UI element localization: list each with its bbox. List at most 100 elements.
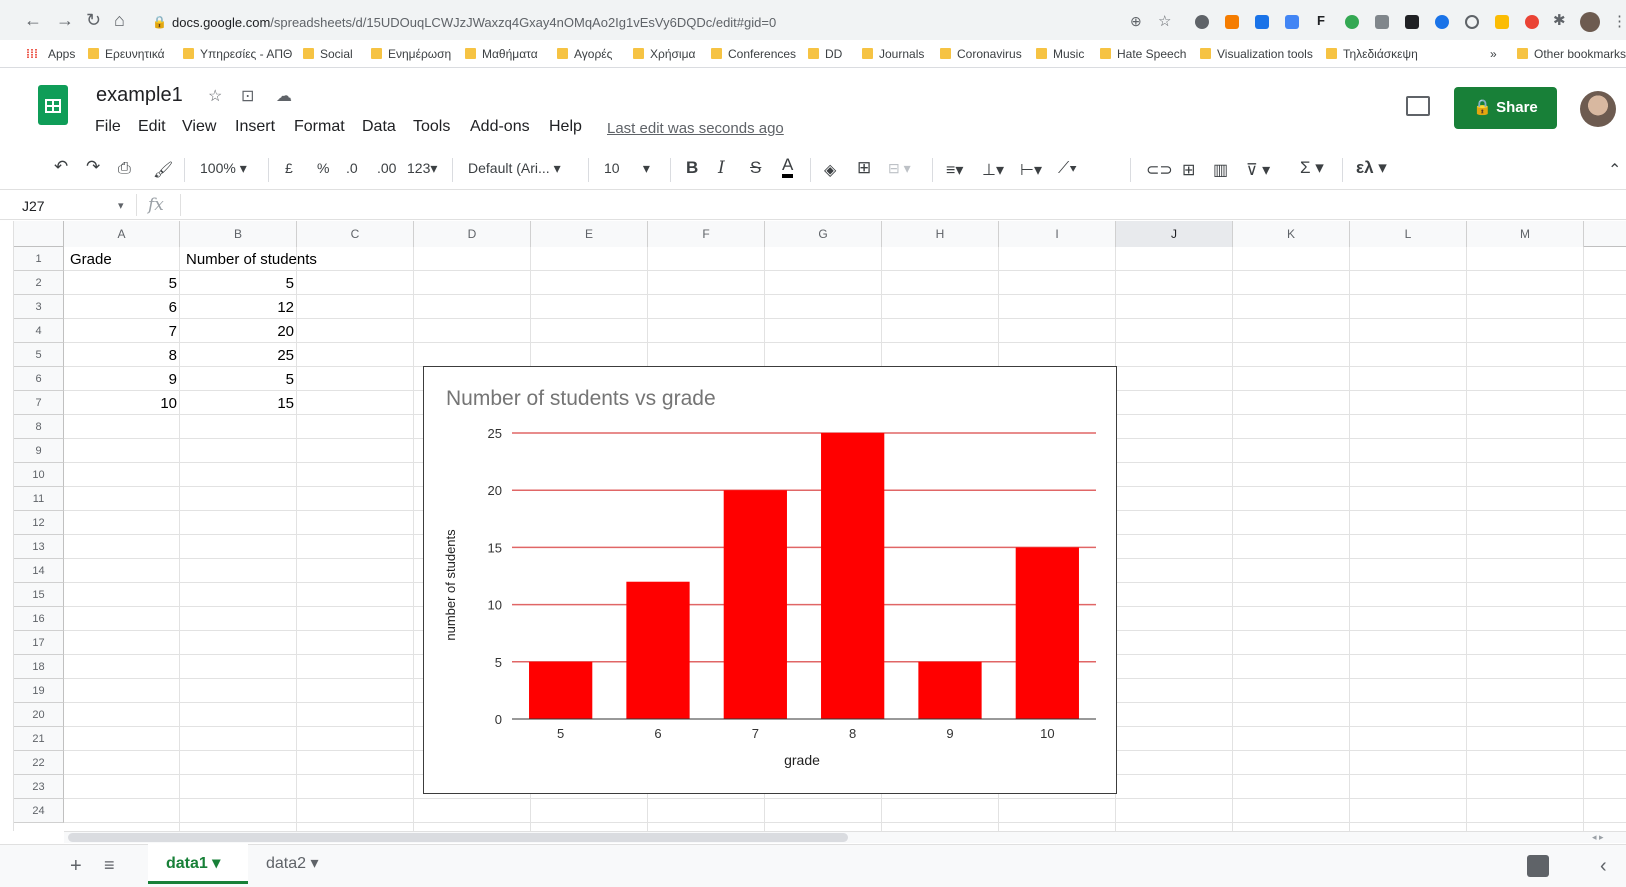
more-bookmarks-button[interactable]: » (1490, 47, 1497, 61)
row-header-19[interactable]: 19 (14, 679, 64, 703)
sheet-tab-data2[interactable]: data2 ▾ (248, 844, 348, 884)
chevron-down-icon[interactable]: ▾ (118, 199, 124, 212)
cell-a6[interactable]: 9 (66, 368, 181, 392)
merge-cells-icon[interactable]: ⊟ ▾ (888, 160, 911, 177)
column-header-i[interactable]: I (999, 221, 1116, 247)
bookmark-folder[interactable]: Hate Speech (1100, 47, 1186, 61)
row-header-21[interactable]: 21 (14, 727, 64, 751)
bookmark-folder[interactable]: Visualization tools (1200, 47, 1313, 61)
embedded-chart[interactable]: Number of students vs grade 0 5 10 15 20 25 5… (423, 366, 1117, 794)
menu-addons[interactable]: Add-ons (470, 118, 530, 136)
row-header-23[interactable]: 23 (14, 775, 64, 799)
sheets-logo-icon[interactable] (38, 85, 68, 125)
decrease-decimal-button[interactable]: .0 (346, 160, 358, 176)
bookmark-folder[interactable]: Ενημέρωση (371, 47, 451, 61)
font-size-select[interactable]: 10 ▾ (604, 160, 650, 177)
back-arrow-icon[interactable]: ← (24, 10, 42, 31)
more-formats-select[interactable]: 123▾ (407, 160, 437, 177)
bookmark-folder[interactable]: Τηλεδιάσκεψη (1326, 47, 1418, 61)
row-header-2[interactable]: 2 (14, 271, 64, 295)
text-rotation-icon[interactable]: ⟋▾ (1058, 160, 1077, 178)
column-header-f[interactable]: F (648, 221, 765, 247)
cell-b3[interactable]: 12 (182, 296, 298, 320)
column-header-j[interactable]: J (1116, 221, 1233, 247)
bookmark-folder[interactable]: Social (303, 47, 353, 61)
cell-b6[interactable]: 5 (182, 368, 298, 392)
row-header-4[interactable]: 4 (14, 319, 64, 343)
menu-edit[interactable]: Edit (138, 118, 166, 136)
html5-extension-icon[interactable] (1255, 15, 1269, 29)
drive-extension-icon[interactable] (1345, 15, 1359, 29)
percent-format-button[interactable]: % (317, 160, 329, 176)
cell-b7[interactable]: 15 (182, 392, 298, 416)
bookmark-folder[interactable]: Coronavirus (940, 47, 1022, 61)
row-header-13[interactable]: 13 (14, 535, 64, 559)
undo-icon[interactable]: ↶ (54, 157, 68, 177)
column-header-b[interactable]: B (180, 221, 297, 247)
row-header-14[interactable]: 14 (14, 559, 64, 583)
strikethrough-button[interactable]: S (750, 158, 761, 178)
bold-button[interactable]: B (686, 158, 698, 178)
column-header-k[interactable]: K (1233, 221, 1350, 247)
insert-chart-icon[interactable]: ▥ (1213, 160, 1228, 180)
sheet-tab-data1[interactable]: data1 ▾ (148, 844, 248, 884)
row-header-6[interactable]: 6 (14, 367, 64, 391)
circle-extension-icon[interactable] (1465, 15, 1479, 29)
star-icon[interactable]: ☆ (208, 86, 222, 106)
cast-extension-icon[interactable] (1375, 15, 1389, 29)
bookmark-folder[interactable]: Χρήσιμα (633, 47, 695, 61)
row-header-16[interactable]: 16 (14, 607, 64, 631)
row-header-20[interactable]: 20 (14, 703, 64, 727)
bookmark-star-icon[interactable]: ☆ (1158, 12, 1171, 30)
row-header-5[interactable]: 5 (14, 343, 64, 367)
column-header-l[interactable]: L (1350, 221, 1467, 247)
bookmark-folder[interactable]: Conferences (711, 47, 796, 61)
column-header-g[interactable]: G (765, 221, 882, 247)
bookmark-folder[interactable]: Αγορές (557, 47, 612, 61)
cell-a1[interactable]: Grade (66, 248, 116, 272)
row-header-10[interactable]: 10 (14, 463, 64, 487)
rss-extension-icon[interactable] (1225, 15, 1239, 29)
bookmark-apps[interactable]: Apps (48, 47, 75, 61)
bookmark-folder[interactable]: Μαθήματα (465, 47, 538, 61)
cell-b1[interactable]: Number of students (182, 248, 321, 272)
row-header-17[interactable]: 17 (14, 631, 64, 655)
currency-format-button[interactable]: £ (285, 160, 293, 176)
column-header-m[interactable]: M (1467, 221, 1584, 247)
row-header-8[interactable]: 8 (14, 415, 64, 439)
other-bookmarks-folder[interactable]: Other bookmarks (1517, 47, 1626, 61)
zoom-select[interactable]: 100% ▾ (200, 160, 247, 177)
forward-arrow-icon[interactable]: → (56, 10, 74, 31)
formula-input[interactable] (182, 194, 1622, 218)
bookmark-folder[interactable]: Music (1036, 47, 1084, 61)
row-header-1[interactable]: 1 (14, 247, 64, 271)
column-header-h[interactable]: H (882, 221, 999, 247)
bookmark-folder[interactable]: DD (808, 47, 842, 61)
zoom-icon[interactable]: ⊕ (1130, 13, 1142, 30)
row-header-9[interactable]: 9 (14, 439, 64, 463)
row-header-18[interactable]: 18 (14, 655, 64, 679)
document-title[interactable]: example1 (96, 84, 183, 107)
menu-tools[interactable]: Tools (413, 118, 450, 136)
redo-icon[interactable]: ↷ (86, 157, 100, 177)
stop-extension-icon[interactable] (1525, 15, 1539, 29)
translate-extension-icon[interactable] (1285, 15, 1299, 29)
increase-decimal-button[interactable]: .00 (377, 160, 396, 176)
cell-b4[interactable]: 20 (182, 320, 298, 344)
profile-avatar-icon[interactable] (1580, 12, 1600, 32)
horizontal-align-icon[interactable]: ≡▾ (946, 160, 963, 180)
menu-file[interactable]: File (95, 118, 121, 136)
cell-a5[interactable]: 8 (66, 344, 181, 368)
menu-format[interactable]: Format (294, 118, 345, 136)
input-tools-button[interactable]: ελ ▾ (1356, 158, 1387, 178)
bookmark-folder[interactable]: Journals (862, 47, 924, 61)
home-icon[interactable]: ⌂ (114, 10, 125, 31)
menu-view[interactable]: View (182, 118, 216, 136)
dark-extension-icon[interactable] (1405, 15, 1419, 29)
collapse-side-panel-icon[interactable]: ‹ (1600, 855, 1607, 878)
puzzle-extensions-icon[interactable]: ✱ (1553, 11, 1566, 29)
row-header-12[interactable]: 12 (14, 511, 64, 535)
paint-format-icon[interactable]: 🖌 (153, 160, 173, 180)
cell-b2[interactable]: 5 (182, 272, 298, 296)
comments-icon[interactable] (1406, 96, 1430, 116)
